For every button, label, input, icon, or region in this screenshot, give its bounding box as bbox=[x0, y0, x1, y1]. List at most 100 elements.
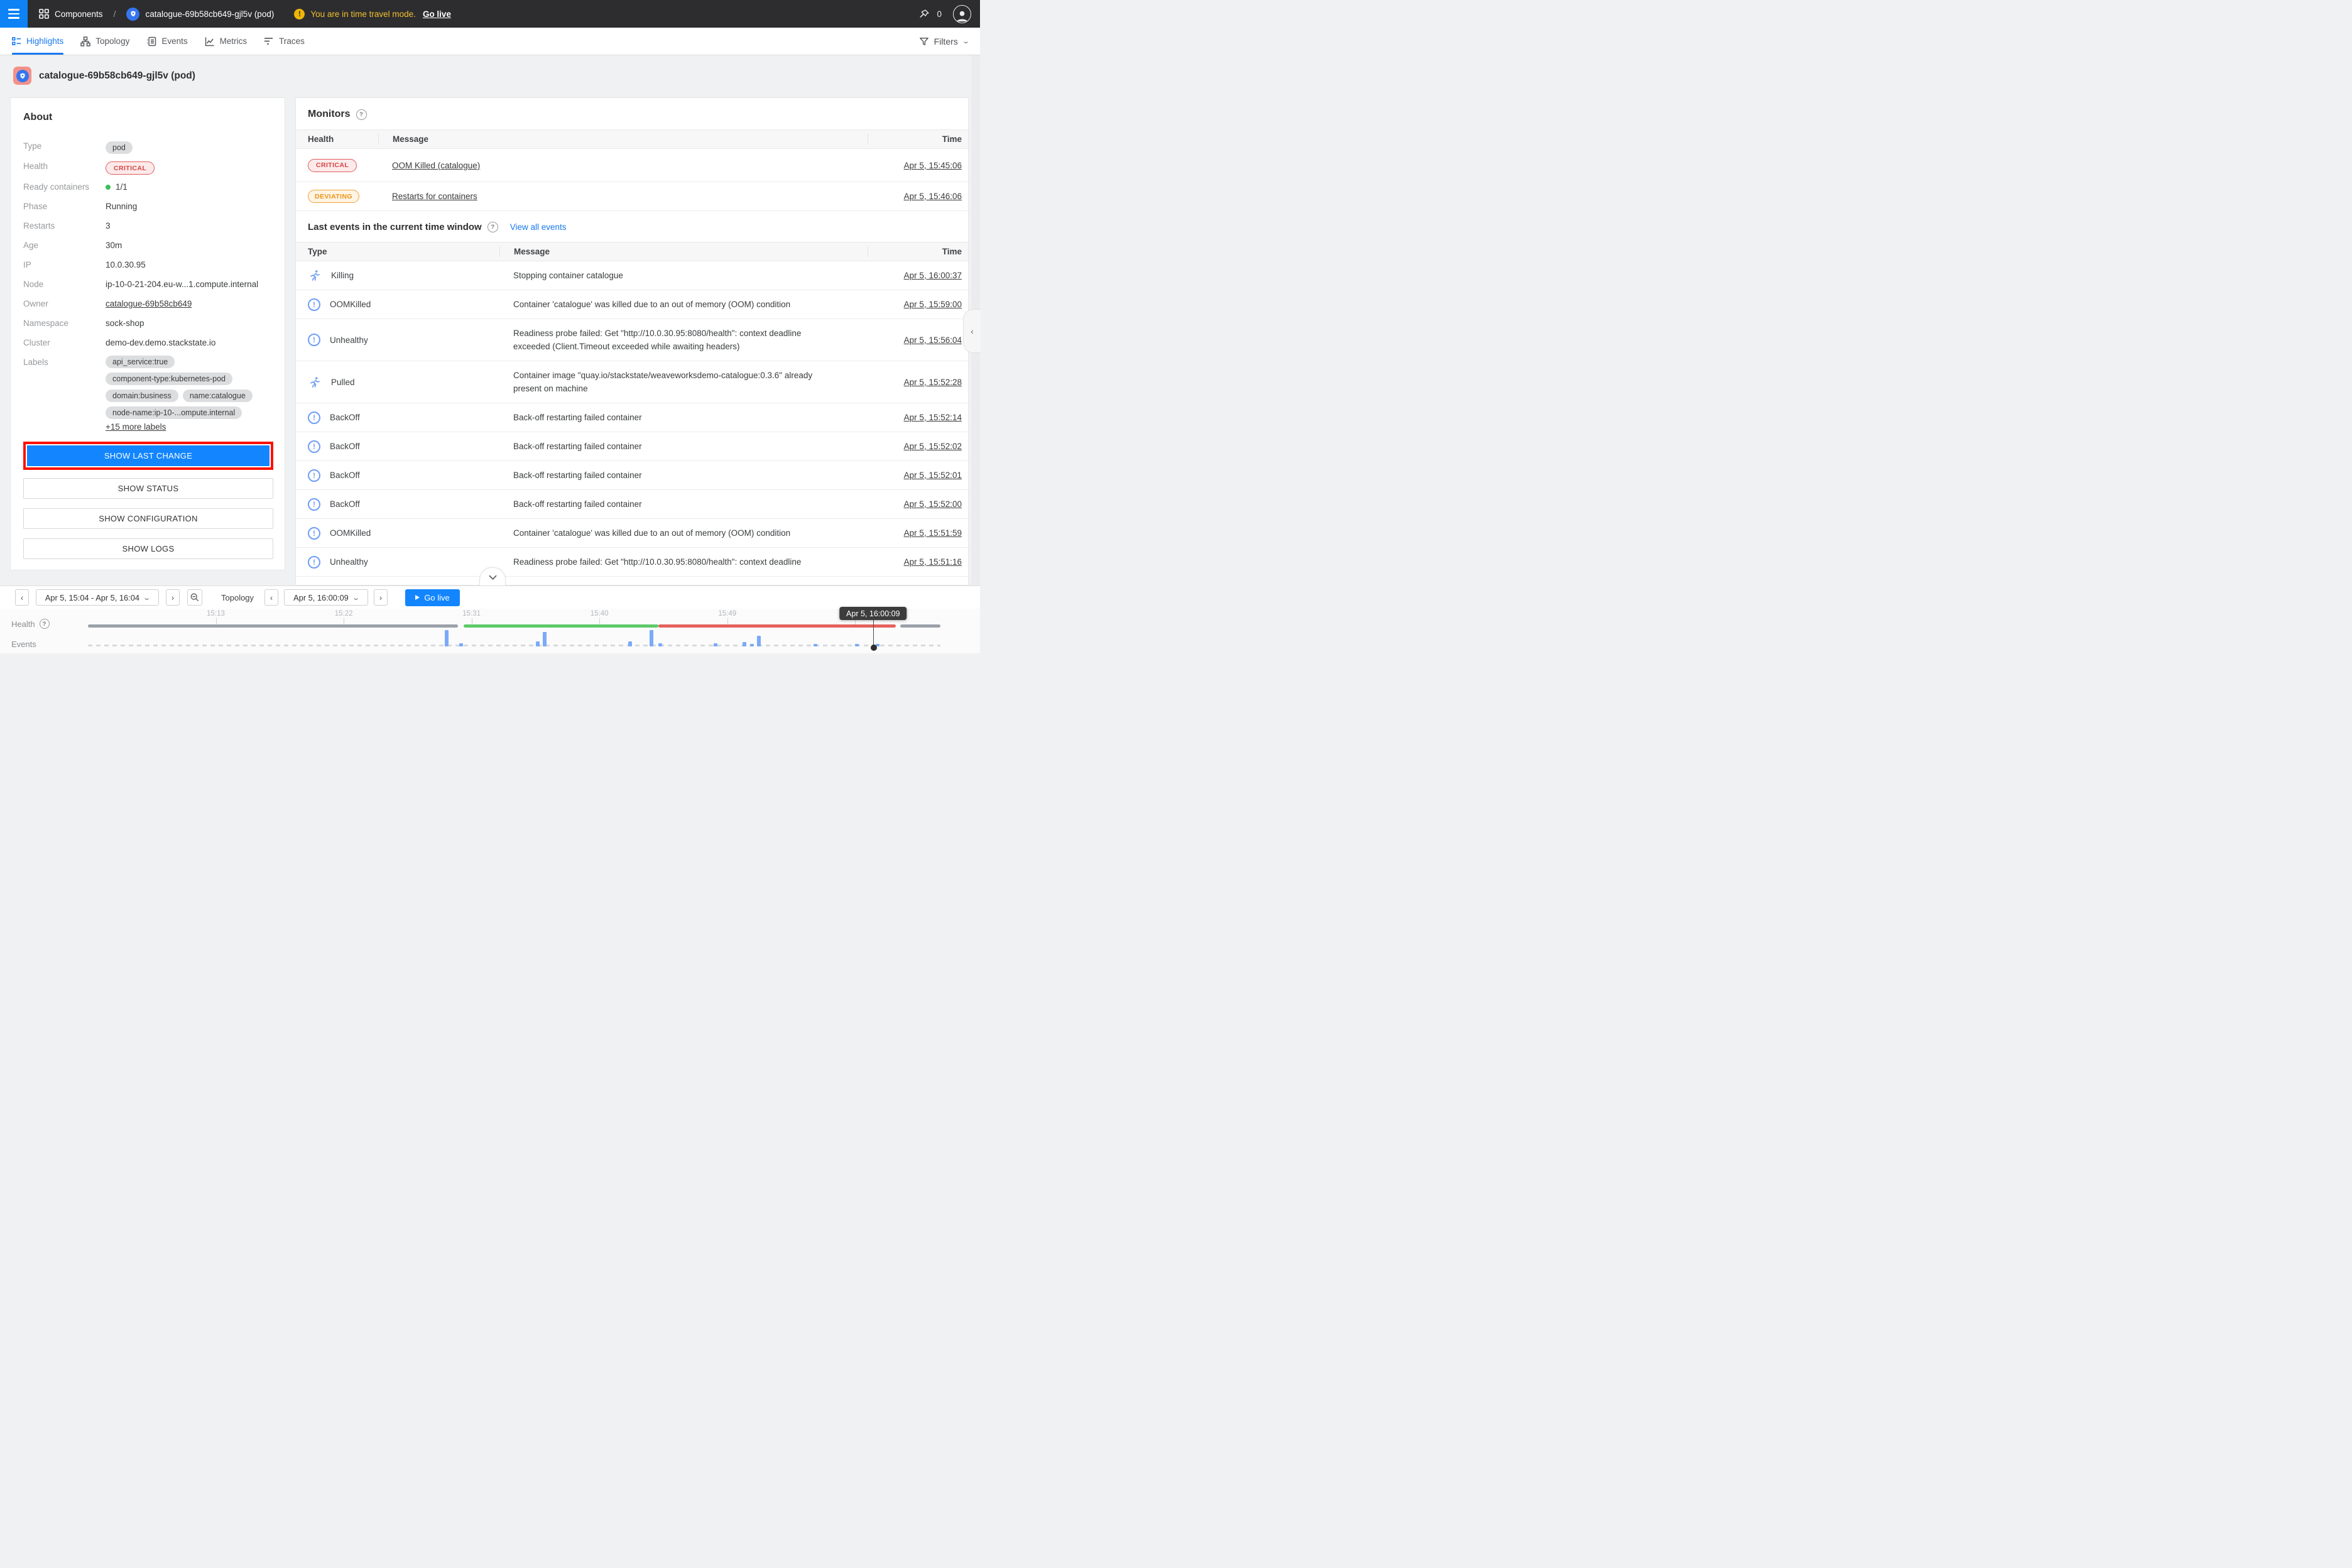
topology-time-dropdown[interactable]: Apr 5, 16:00:09 ⌄ bbox=[284, 589, 368, 606]
ready-containers-value: 1/1 bbox=[116, 182, 128, 192]
about-row-cluster: Cluster demo-dev.demo.stackstate.io bbox=[23, 336, 273, 350]
events-help-icon[interactable]: ? bbox=[487, 222, 498, 232]
ip-label: IP bbox=[23, 258, 106, 270]
more-labels-link[interactable]: +15 more labels bbox=[106, 422, 166, 432]
monitors-help-icon[interactable]: ? bbox=[356, 109, 367, 120]
monitors-table-header: Health Message Time bbox=[296, 129, 968, 149]
monitor-health-badge: CRITICAL bbox=[308, 159, 357, 172]
col-time: Time bbox=[868, 246, 968, 257]
events-table-header: Type Message Time bbox=[296, 242, 968, 261]
phase-value: Running bbox=[106, 200, 137, 211]
health-label-text: Health bbox=[11, 619, 35, 629]
age-value: 30m bbox=[106, 239, 122, 250]
event-time-link[interactable]: Apr 5, 15:51:59 bbox=[904, 528, 962, 538]
magnifier-minus-icon bbox=[190, 593, 199, 602]
tab-topology[interactable]: Topology bbox=[80, 28, 129, 55]
monitor-message-link[interactable]: OOM Killed (catalogue) bbox=[392, 161, 480, 170]
about-row-ip: IP 10.0.30.95 bbox=[23, 258, 273, 272]
event-message: Back-off restarting failed container bbox=[513, 498, 642, 511]
monitors-events-card: Monitors ? Health Message Time CRITICAL … bbox=[295, 97, 969, 585]
breadcrumb: Components / catalogue-69b58cb649-gjl5v … bbox=[39, 8, 274, 21]
pin-icon[interactable] bbox=[918, 8, 930, 20]
show-configuration-button[interactable]: SHOW CONFIGURATION bbox=[23, 508, 273, 529]
tab-events-label: Events bbox=[161, 36, 187, 46]
page-header: catalogue-69b58cb649-gjl5v (pod) bbox=[13, 67, 195, 85]
events-icon bbox=[146, 36, 156, 46]
hamburger-menu-button[interactable] bbox=[0, 0, 28, 28]
event-time-link[interactable]: Apr 5, 15:51:16 bbox=[904, 557, 962, 567]
monitor-message-link[interactable]: Restarts for containers bbox=[392, 192, 477, 201]
range-next-button[interactable]: › bbox=[166, 589, 180, 606]
health-help-icon[interactable]: ? bbox=[40, 619, 50, 629]
chevron-down-icon: ⌄ bbox=[962, 37, 970, 45]
zoom-out-button[interactable] bbox=[187, 589, 202, 606]
event-type: BackOff bbox=[330, 499, 360, 509]
tab-traces[interactable]: Traces bbox=[264, 28, 305, 55]
collapse-panel-tab[interactable]: ‹ bbox=[963, 309, 981, 353]
restarts-label: Restarts bbox=[23, 219, 106, 231]
show-logs-button[interactable]: SHOW LOGS bbox=[23, 538, 273, 559]
event-bar bbox=[628, 641, 632, 646]
view-all-events-link[interactable]: View all events bbox=[510, 222, 567, 232]
event-time-link[interactable]: Apr 5, 15:59:00 bbox=[904, 300, 962, 309]
event-bar bbox=[543, 632, 547, 646]
event-time-link[interactable]: Apr 5, 15:52:00 bbox=[904, 499, 962, 509]
event-time-link[interactable]: Apr 5, 15:56:04 bbox=[904, 335, 962, 345]
playhead-handle[interactable] bbox=[871, 645, 877, 651]
monitor-time-link[interactable]: Apr 5, 15:45:06 bbox=[904, 161, 962, 170]
tab-events[interactable]: Events bbox=[146, 28, 187, 55]
about-row-ready: Ready containers 1/1 bbox=[23, 180, 273, 194]
expand-events-tab[interactable] bbox=[479, 567, 506, 586]
warning-icon: ! bbox=[294, 9, 305, 19]
go-live-button[interactable]: Go live bbox=[405, 589, 460, 606]
phase-label: Phase bbox=[23, 200, 106, 211]
show-last-change-highlight-box: SHOW LAST CHANGE bbox=[23, 442, 273, 470]
tab-bar: Highlights Topology Events bbox=[0, 28, 980, 55]
tab-metrics[interactable]: Metrics bbox=[205, 28, 248, 55]
event-message: Back-off restarting failed container bbox=[513, 411, 642, 425]
tab-topology-label: Topology bbox=[95, 36, 129, 46]
user-avatar[interactable] bbox=[953, 5, 971, 23]
filters-button[interactable]: Filters ⌄ bbox=[919, 28, 969, 55]
pod-shield-icon bbox=[126, 8, 139, 21]
about-row-phase: Phase Running bbox=[23, 200, 273, 214]
node-label: Node bbox=[23, 278, 106, 289]
alert-icon: ! bbox=[308, 334, 320, 346]
event-bar bbox=[459, 643, 463, 646]
about-row-namespace: Namespace sock-shop bbox=[23, 317, 273, 330]
timeline-tick-label: 15:40 bbox=[591, 610, 609, 618]
event-time-link[interactable]: Apr 5, 15:52:02 bbox=[904, 442, 962, 451]
event-type: BackOff bbox=[330, 413, 360, 422]
timeline-track[interactable]: Apr 5, 16:00:09 15:1315:2215:3115:4015:4… bbox=[88, 608, 940, 653]
event-time-link[interactable]: Apr 5, 16:00:37 bbox=[904, 271, 962, 280]
range-prev-button[interactable]: ‹ bbox=[15, 589, 29, 606]
label-pill: node-name:ip-10-...ompute.internal bbox=[106, 406, 242, 419]
label-pill: component-type:kubernetes-pod bbox=[106, 373, 232, 385]
monitor-time-link[interactable]: Apr 5, 15:46:06 bbox=[904, 192, 962, 201]
event-time-link[interactable]: Apr 5, 15:52:01 bbox=[904, 471, 962, 480]
event-bar bbox=[445, 630, 449, 646]
timeline-tick bbox=[599, 618, 600, 624]
show-last-change-button[interactable]: SHOW LAST CHANGE bbox=[27, 445, 270, 466]
topology-time-prev-button[interactable]: ‹ bbox=[264, 589, 278, 606]
go-live-link[interactable]: Go live bbox=[423, 9, 451, 19]
breadcrumb-entity[interactable]: catalogue-69b58cb649-gjl5v (pod) bbox=[145, 9, 274, 19]
timeline-tick-label: 15:31 bbox=[462, 610, 481, 618]
namespace-label: Namespace bbox=[23, 317, 106, 328]
show-status-button[interactable]: SHOW STATUS bbox=[23, 478, 273, 499]
traces-icon bbox=[264, 36, 274, 46]
time-range-dropdown[interactable]: Apr 5, 15:04 - Apr 5, 16:04 ⌄ bbox=[36, 589, 159, 606]
events-label-text: Events bbox=[11, 640, 36, 649]
tab-traces-label: Traces bbox=[279, 36, 305, 46]
about-card: About Type pod Health CRITICAL Ready con… bbox=[10, 97, 285, 570]
timeline-playhead[interactable] bbox=[873, 619, 874, 648]
owner-link[interactable]: catalogue-69b58cb649 bbox=[106, 297, 192, 308]
tab-highlights[interactable]: Highlights bbox=[12, 28, 63, 55]
event-message: Back-off restarting failed container bbox=[513, 440, 642, 454]
event-time-link[interactable]: Apr 5, 15:52:28 bbox=[904, 378, 962, 387]
topology-time-next-button[interactable]: › bbox=[374, 589, 388, 606]
event-row: PulledContainer image "quay.io/stackstat… bbox=[296, 361, 968, 403]
runner-icon bbox=[308, 269, 322, 283]
breadcrumb-components[interactable]: Components bbox=[55, 9, 103, 19]
event-time-link[interactable]: Apr 5, 15:52:14 bbox=[904, 413, 962, 422]
